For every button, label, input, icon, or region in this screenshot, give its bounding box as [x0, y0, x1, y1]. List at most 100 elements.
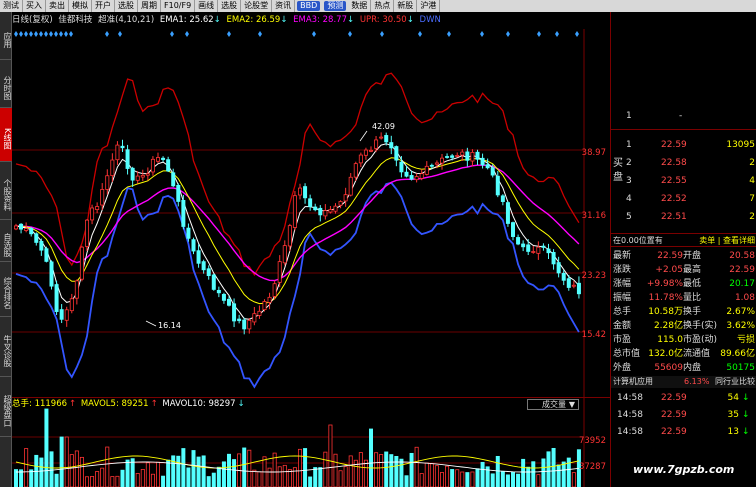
- candle-body: [556, 262, 561, 274]
- stat-value: 10.58万: [648, 307, 683, 317]
- stat-value: 22.59: [657, 251, 683, 261]
- tick-price: 22.59: [661, 393, 687, 403]
- volume-bar: [450, 469, 455, 487]
- volume-bar: [404, 475, 409, 487]
- stat-label: 量比: [683, 293, 702, 303]
- toolbar-item[interactable]: 论股堂: [241, 0, 273, 12]
- position-text: 在0.00位置有: [613, 236, 663, 245]
- side-tab[interactable]: 应用: [0, 12, 12, 60]
- candle-body: [445, 156, 450, 158]
- candle-body: [120, 145, 125, 149]
- toolbar-item[interactable]: 数据: [348, 0, 372, 12]
- mavol5-line: [15, 455, 579, 469]
- candle-body: [247, 319, 252, 330]
- side-tab[interactable]: 超级盘口: [0, 377, 12, 437]
- side-tab[interactable]: 牛叉诊股: [0, 317, 12, 377]
- side-tab[interactable]: 分时图: [0, 60, 12, 108]
- toolbar-item[interactable]: F10/F9: [161, 0, 196, 12]
- toolbar-item[interactable]: 资讯: [272, 0, 296, 12]
- candle-body: [216, 289, 221, 294]
- volume-bar: [495, 455, 500, 487]
- toolbar-item[interactable]: 测试: [0, 0, 23, 12]
- volume-bar: [206, 476, 211, 487]
- candle-body: [181, 199, 186, 227]
- down-arrow-icon: ↓: [742, 393, 750, 403]
- candle-body: [100, 189, 105, 206]
- toolbar-item[interactable]: 预测: [324, 1, 347, 11]
- bid-volume: 2: [749, 158, 755, 168]
- volume-bar: [358, 452, 363, 487]
- toolbar-item[interactable]: BBD: [297, 1, 321, 11]
- toolbar-item[interactable]: 选股: [115, 0, 138, 12]
- volume-bar: [374, 452, 379, 487]
- stat-value: +9.98%: [646, 279, 683, 289]
- volume-bar: [211, 472, 216, 487]
- candle-body: [384, 135, 389, 143]
- industry-compare-link[interactable]: 同行业比较: [715, 376, 755, 388]
- toolbar-item[interactable]: 卖出: [46, 0, 69, 12]
- toolbar-item[interactable]: 热点: [371, 0, 395, 12]
- volume-bar: [363, 459, 368, 487]
- volume-bar: [389, 454, 394, 487]
- legend-stock: 佳都科技: [58, 15, 93, 25]
- toolbar-item[interactable]: 选股: [218, 0, 242, 12]
- stat-row: 最新 22.59 开盘 20.58: [611, 250, 756, 262]
- candle-body: [399, 161, 404, 173]
- candle-body: [318, 207, 323, 216]
- volume-bar: [39, 457, 44, 487]
- detail-link[interactable]: 卖单 | 查看详细: [699, 235, 755, 246]
- industry-name: 计算机应用: [613, 377, 653, 386]
- bid-price: 22.58: [661, 158, 687, 168]
- candle-body: [505, 202, 510, 224]
- toolbar-item[interactable]: 画线: [195, 0, 219, 12]
- legend-period[interactable]: 日线(复权): [12, 15, 53, 25]
- volume-bar: [59, 436, 64, 487]
- volume-bar: [434, 465, 439, 487]
- kline-chart[interactable]: 38.97 31.16 23.23 15.42 42.09 16.14: [12, 29, 610, 397]
- candle-body: [338, 201, 343, 206]
- volume-bar: [64, 436, 69, 487]
- bid-row[interactable]: 5 22.51 2: [611, 209, 756, 226]
- price-axis-label: 31.16: [582, 211, 606, 221]
- candle-body: [566, 278, 571, 288]
- side-tab[interactable]: K线图: [0, 108, 12, 162]
- bid-row[interactable]: 3 22.55 4: [611, 173, 756, 190]
- volume-bar: [505, 474, 510, 487]
- candle-body: [576, 282, 581, 295]
- ask-row[interactable]: 1-: [611, 108, 756, 125]
- legend-indicator[interactable]: 超准(4,10,21): [98, 15, 154, 25]
- tick-time: 14:58: [617, 427, 643, 437]
- volume-bar: [69, 454, 74, 487]
- side-tab[interactable]: 个股资料: [0, 162, 12, 220]
- toolbar-item[interactable]: 模拟: [69, 0, 92, 12]
- side-tab[interactable]: 自选股: [0, 220, 12, 262]
- toolbar-item[interactable]: 周期: [138, 0, 161, 12]
- signal-diamond-icon: [170, 31, 174, 37]
- toolbar-item[interactable]: 开户: [92, 0, 115, 12]
- bid-row[interactable]: 2 22.58 2: [611, 155, 756, 172]
- volume-total: 总手: 111966: [12, 399, 68, 409]
- bid-index: 5: [626, 212, 632, 222]
- bid-index: 2: [626, 158, 632, 168]
- candle-body: [69, 298, 74, 312]
- bid-row[interactable]: 1 22.59 13095: [611, 137, 756, 154]
- candle-body: [85, 219, 90, 247]
- tick-price: 22.59: [661, 427, 687, 437]
- industry-row[interactable]: 计算机应用 6.13% 同行业比较: [611, 376, 756, 388]
- bid-volume: 7: [749, 194, 755, 204]
- candle-body: [232, 303, 237, 322]
- volume-bar: [460, 471, 465, 487]
- toolbar-item[interactable]: 买入: [23, 0, 46, 12]
- volume-bar: [490, 473, 495, 487]
- toolbar-item[interactable]: 新股: [394, 0, 418, 12]
- volume-indicator-select[interactable]: 成交量 ▼: [527, 399, 579, 410]
- side-tab[interactable]: 综合排名: [0, 262, 12, 317]
- tick-row: 14:58 22.59 13 ↓: [611, 424, 756, 440]
- volume-bar: [566, 457, 571, 487]
- bid-row[interactable]: 4 22.52 7: [611, 191, 756, 208]
- candle-body: [434, 162, 439, 165]
- candle-body: [536, 246, 541, 254]
- legend-dwn: DWN: 23.17: [419, 15, 440, 25]
- volume-bar: [297, 448, 302, 487]
- toolbar-item[interactable]: 沪港: [417, 0, 441, 12]
